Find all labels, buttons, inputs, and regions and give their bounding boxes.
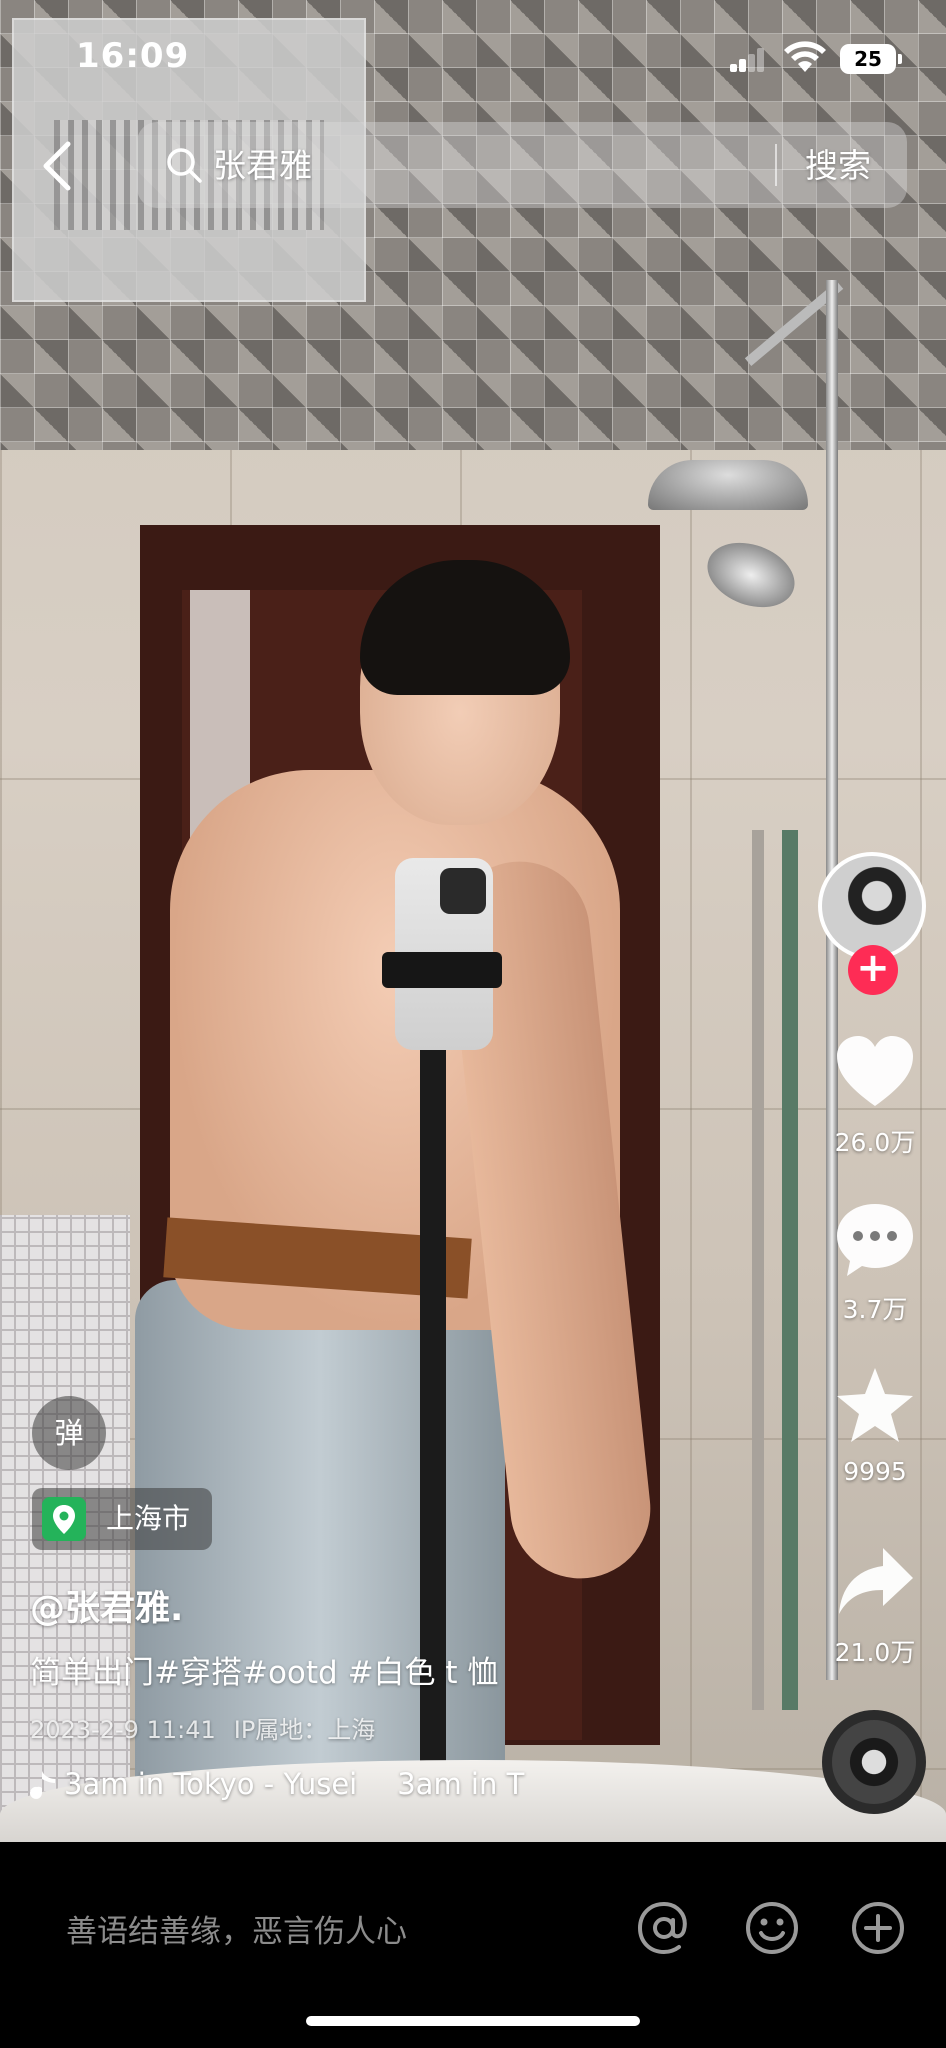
author-avatar[interactable] (818, 852, 926, 960)
favorite-star-icon[interactable] (833, 1364, 917, 1448)
danmaku-toggle-button[interactable]: 弹 (32, 1396, 106, 1470)
follow-button[interactable]: + (848, 945, 898, 995)
search-box[interactable]: 张君雅 搜索 (137, 122, 907, 208)
like-heart-icon[interactable] (833, 1030, 917, 1114)
location-pin-icon (42, 1497, 86, 1541)
video-caption[interactable]: 简单出门#穿搭#ootd #白色 t 恤 (30, 1647, 498, 1692)
search-divider (775, 144, 777, 186)
music-note-icon (30, 1771, 55, 1799)
video-player[interactable] (0, 0, 946, 1842)
person-jeans (135, 1280, 505, 1842)
mention-at-icon[interactable] (634, 1898, 694, 1958)
add-plus-icon[interactable] (848, 1898, 908, 1958)
emoji-icon[interactable] (742, 1898, 802, 1958)
wifi-icon (784, 41, 826, 72)
comment-bar: 善语结善缘，恶言伤人心 (0, 1842, 946, 2048)
author-name[interactable]: @张君雅. (30, 1580, 183, 1631)
video-meta: 2023-2-9 11:41 IP属地：上海 (30, 1710, 375, 1745)
music-marquee[interactable]: 3am in Tokyo - Yusei 3am in T (28, 1767, 588, 1807)
phone-camera (440, 868, 486, 914)
music-disc-icon[interactable] (822, 1710, 926, 1814)
share-arrow-icon[interactable] (833, 1540, 917, 1624)
post-date: 2023-2-9 11:41 (30, 1716, 216, 1744)
status-bar: 16:09 25 (0, 0, 946, 120)
favorite-count: 9995 (843, 1457, 907, 1486)
shower-head (648, 460, 808, 510)
location-chip[interactable]: 上海市 (32, 1488, 213, 1550)
back-button[interactable] (30, 136, 86, 196)
comment-icon[interactable] (833, 1198, 917, 1282)
status-time: 16:09 (76, 36, 190, 76)
location-label: 上海市 (106, 1502, 191, 1535)
battery-icon: 25 (840, 44, 902, 74)
search-icon (167, 148, 202, 183)
phone-stand (420, 1010, 446, 1842)
music-title: 3am in Tokyo - Yusei 3am in T (64, 1767, 524, 1801)
phone-clamp (382, 952, 502, 988)
comment-count: 3.7万 (842, 1295, 908, 1324)
music-title-text: 3am in Tokyo - Yusei (64, 1767, 358, 1801)
ip-location: IP属地：上海 (233, 1716, 376, 1744)
music-title-repeat: 3am in T (397, 1767, 525, 1801)
comment-input[interactable]: 善语结善缘，恶言伤人心 (66, 1906, 407, 1951)
mop-handles (752, 830, 822, 1710)
home-indicator[interactable] (306, 2016, 640, 2026)
video-screen[interactable]: 16:09 25 张君雅 搜索 + 26.0万 3.7万 9995 21.0万 … (0, 0, 946, 2048)
like-count: 26.0万 (834, 1128, 916, 1157)
cellular-signal-icon (730, 48, 764, 72)
search-button[interactable]: 搜索 (805, 139, 871, 187)
share-count: 21.0万 (834, 1638, 916, 1667)
search-query[interactable]: 张君雅 (213, 139, 312, 187)
